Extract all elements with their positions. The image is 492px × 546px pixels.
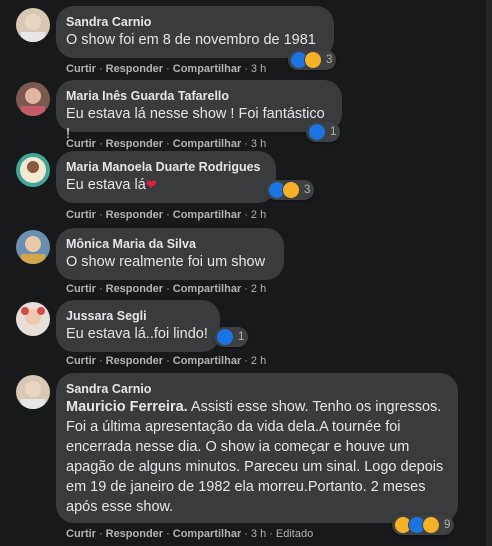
reaction-count: 3 — [326, 54, 333, 66]
separator: · — [98, 528, 103, 540]
comment-author[interactable]: Sandra Carnio — [66, 381, 446, 397]
like-reaction-icon — [308, 123, 326, 141]
separator: · — [166, 63, 170, 75]
separator: · — [244, 355, 248, 367]
comment-time[interactable]: 3 h — [251, 138, 266, 150]
share-link[interactable]: Compartilhar — [173, 138, 241, 150]
reaction-count: 1 — [330, 126, 337, 138]
separator: · — [244, 209, 248, 221]
separator: · — [166, 528, 170, 540]
avatar[interactable] — [16, 82, 50, 116]
edited-label: Editado — [275, 528, 314, 540]
comment-author[interactable]: Maria Manoela Duarte Rodrigues — [66, 159, 264, 175]
wow-reaction-icon — [304, 51, 322, 69]
comment-text: Eu estava lá..foi lindo! — [66, 326, 208, 342]
comment-text: O show realmente foi um show — [66, 254, 266, 270]
wow-reaction-icon — [282, 181, 300, 199]
comment-time[interactable]: 2 h — [251, 209, 266, 221]
comment-text-body: Assisti esse show. Tenho os ingressos. F… — [66, 399, 444, 515]
reply-link[interactable]: Responder — [106, 355, 163, 367]
sad-reaction-icon — [422, 516, 440, 534]
like-link[interactable]: Curtir — [66, 63, 96, 75]
comment-time[interactable]: 3 h — [251, 528, 266, 540]
comment-actions: Curtir · Responder · Compartilhar · 2 h — [66, 355, 266, 367]
like-reaction-icon — [216, 328, 234, 346]
comment-author[interactable]: Mônica Maria da Silva — [66, 236, 272, 252]
separator: · — [98, 355, 103, 367]
reaction-count: 9 — [444, 519, 451, 531]
reply-link[interactable]: Responder — [106, 283, 163, 295]
separator: · — [98, 138, 103, 150]
separator: · — [98, 209, 103, 221]
separator: · — [166, 355, 170, 367]
reaction-summary[interactable]: 3 — [266, 180, 315, 200]
like-link[interactable]: Curtir — [66, 355, 96, 367]
comment-time[interactable]: 2 h — [251, 355, 266, 367]
share-link[interactable]: Compartilhar — [173, 63, 241, 75]
comment-text: O show foi em 8 de novembro de 1981 — [66, 32, 316, 48]
reaction-summary[interactable]: 1 — [306, 122, 341, 142]
like-link[interactable]: Curtir — [66, 283, 96, 295]
heart-emoji-icon: ❤ — [145, 177, 157, 192]
separator: · — [166, 283, 170, 295]
comment-text: Eu estava lá❤ — [66, 175, 264, 195]
comment-text: Mauricio Ferreira. Assisti esse show. Te… — [66, 397, 446, 517]
separator: · — [98, 63, 103, 75]
avatar[interactable] — [16, 302, 50, 336]
separator: · — [244, 283, 248, 295]
comment-text-body: Eu estava lá — [66, 177, 146, 193]
reaction-summary[interactable]: 1 — [214, 327, 249, 347]
like-link[interactable]: Curtir — [66, 209, 96, 221]
comment-actions: Curtir · Responder · Compartilhar · 3 h — [66, 138, 266, 150]
mention-link[interactable]: Mauricio Ferreira. — [66, 399, 188, 415]
comment-author[interactable]: Jussara Segli — [66, 308, 208, 324]
separator: · — [98, 283, 103, 295]
comment-author[interactable]: Sandra Carnio — [66, 14, 322, 30]
share-link[interactable]: Compartilhar — [173, 209, 241, 221]
reply-link[interactable]: Responder — [106, 63, 163, 75]
like-link[interactable]: Curtir — [66, 528, 96, 540]
avatar[interactable] — [16, 375, 50, 409]
avatar[interactable] — [16, 153, 50, 187]
reply-link[interactable]: Responder — [106, 528, 163, 540]
share-link[interactable]: Compartilhar — [173, 355, 241, 367]
comment-bubble: Maria Inês Guarda Tafarello Eu estava lá… — [56, 80, 342, 142]
like-link[interactable]: Curtir — [66, 138, 96, 150]
comment-actions: Curtir · Responder · Compartilhar · 3 h — [66, 63, 266, 75]
separator: · — [244, 63, 248, 75]
comment-bubble: Jussara Segli Eu estava lá..foi lindo! — [56, 300, 220, 352]
comment-bubble: Mônica Maria da Silva O show realmente f… — [56, 228, 284, 280]
reaction-count: 3 — [304, 184, 311, 196]
avatar[interactable] — [16, 8, 50, 42]
avatar[interactable] — [16, 230, 50, 264]
separator: · — [269, 528, 273, 540]
comment-time[interactable]: 2 h — [251, 283, 266, 295]
reaction-count: 1 — [238, 331, 245, 343]
comment-actions: Curtir · Responder · Compartilhar · 3 h · Editad… — [66, 528, 313, 540]
comment-actions: Curtir · Responder · Compartilhar · 2 h — [66, 283, 266, 295]
comment-actions: Curtir · Responder · Compartilhar · 2 h — [66, 209, 266, 221]
reaction-summary[interactable]: 3 — [288, 50, 337, 70]
scrollbar[interactable] — [486, 0, 492, 546]
separator: · — [244, 138, 248, 150]
reaction-summary[interactable]: 9 — [392, 515, 455, 535]
comment-bubble: Sandra Carnio Mauricio Ferreira. Assisti… — [56, 373, 458, 523]
reply-link[interactable]: Responder — [106, 209, 163, 221]
share-link[interactable]: Compartilhar — [173, 528, 241, 540]
comment-author[interactable]: Maria Inês Guarda Tafarello — [66, 88, 330, 104]
comment-bubble: Maria Manoela Duarte Rodrigues Eu estava… — [56, 151, 276, 203]
separator: · — [166, 209, 170, 221]
separator: · — [166, 138, 170, 150]
comment-time[interactable]: 3 h — [251, 63, 266, 75]
share-link[interactable]: Compartilhar — [173, 283, 241, 295]
separator: · — [244, 528, 248, 540]
reply-link[interactable]: Responder — [106, 138, 163, 150]
